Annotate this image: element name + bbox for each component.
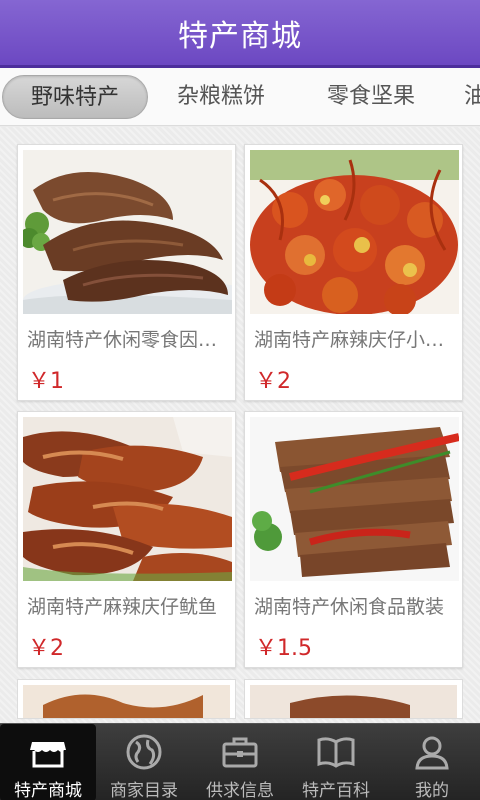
nav-label: 特产商城 [14, 781, 82, 800]
tab-oil[interactable]: 油 [464, 75, 480, 119]
product-image [250, 685, 457, 718]
product-image-duck-neck [23, 150, 232, 314]
book-icon [316, 732, 356, 772]
tab-grains-cakes[interactable]: 杂粮糕饼 [156, 75, 286, 119]
bottom-nav: 特产商城 商家目录 供求信息 特产百科 我的 [0, 723, 480, 800]
product-price: ￥2 [28, 636, 64, 661]
briefcase-icon [220, 732, 260, 772]
page-title: 特产商城 [178, 18, 302, 54]
product-name: 湖南特产麻辣庆仔小龙虾 [254, 329, 459, 351]
product-name: 湖南特产休闲零食因为爱情鸭脖 [27, 329, 232, 351]
product-card[interactable]: 湖南特产休闲零食因为爱情鸭脖 ￥1 [17, 144, 236, 401]
product-image [23, 685, 230, 718]
nav-label: 商家目录 [110, 781, 178, 800]
user-icon [412, 732, 452, 772]
product-price: ￥1.5 [255, 636, 312, 661]
nav-mine[interactable]: 我的 [384, 724, 480, 800]
product-card[interactable]: 湖南特产休闲食品散装 ￥1.5 [244, 411, 463, 668]
product-image-crayfish [250, 150, 459, 314]
tab-snacks-nuts[interactable]: 零食坚果 [306, 75, 436, 119]
product-price: ￥2 [255, 369, 291, 394]
tab-wild-specialty[interactable]: 野味特产 [2, 75, 148, 119]
nav-label: 特产百科 [302, 781, 370, 800]
nav-encyclopedia[interactable]: 特产百科 [288, 724, 384, 800]
product-name: 湖南特产休闲食品散装 [254, 596, 445, 618]
app-root: 特产商城 野味特产 杂粮糕饼 零食坚果 油 [0, 0, 480, 800]
category-tabs: 野味特产 杂粮糕饼 零食坚果 油 [0, 68, 480, 126]
nav-store[interactable]: 特产商城 [0, 724, 96, 800]
globe-icon [124, 732, 164, 772]
title-bar: 特产商城 [0, 0, 480, 68]
nav-label: 我的 [415, 781, 449, 800]
product-card[interactable] [244, 679, 463, 719]
nav-supply-demand[interactable]: 供求信息 [192, 724, 288, 800]
store-icon [28, 732, 68, 772]
product-grid: 湖南特产休闲零食因为爱情鸭脖 ￥1 湖 [0, 127, 480, 723]
product-name: 湖南特产麻辣庆仔鱿鱼 [27, 596, 218, 618]
product-image-squid [23, 417, 232, 581]
product-price: ￥1 [28, 369, 64, 394]
product-image-dried-tofu [250, 417, 459, 581]
nav-directory[interactable]: 商家目录 [96, 724, 192, 800]
product-card[interactable]: 湖南特产麻辣庆仔小龙虾 ￥2 [244, 144, 463, 401]
nav-label: 供求信息 [206, 781, 274, 800]
product-card[interactable] [17, 679, 236, 719]
product-card[interactable]: 湖南特产麻辣庆仔鱿鱼 ￥2 [17, 411, 236, 668]
